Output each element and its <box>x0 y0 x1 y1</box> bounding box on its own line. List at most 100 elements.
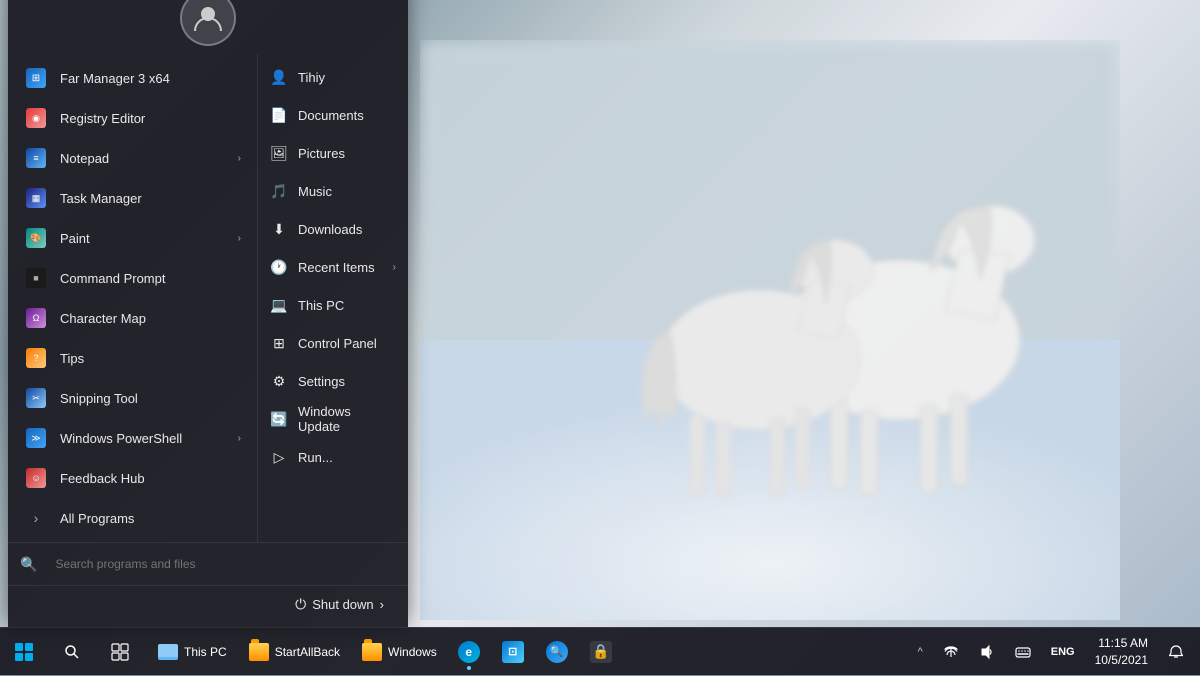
taskbar-security[interactable]: 🔒 <box>579 630 623 674</box>
menu-item-powershell[interactable]: ≫ Windows PowerShell › <box>8 418 257 458</box>
run-label: Run... <box>298 450 333 465</box>
start-button[interactable] <box>0 628 48 676</box>
right-item-run[interactable]: ▷ Run... <box>258 438 408 476</box>
start-bottom-bar: ⏻ Shut down › <box>8 585 408 627</box>
taskbar-search2[interactable]: 🔍 <box>535 630 579 674</box>
tray-keyboard[interactable] <box>1007 630 1039 674</box>
right-item-this-pc[interactable]: 💻 This PC <box>258 286 408 324</box>
menu-item-notepad[interactable]: ≡ Notepad › <box>8 138 257 178</box>
pictures-label: Pictures <box>298 146 345 161</box>
right-item-pictures[interactable]: 🖼 Pictures <box>258 134 408 172</box>
powershell-label: Windows PowerShell <box>60 431 182 446</box>
this-pc-icon: 💻 <box>270 296 288 314</box>
menu-item-all-programs[interactable]: › All Programs <box>8 498 257 538</box>
right-item-control-panel[interactable]: ⊞ Control Panel <box>258 324 408 362</box>
powershell-arrow: › <box>238 433 241 444</box>
security-icon: 🔒 <box>590 641 612 663</box>
music-label: Music <box>298 184 332 199</box>
task-manager-icon: ▦ <box>24 186 48 210</box>
menu-item-paint[interactable]: 🎨 Paint › <box>8 218 257 258</box>
task-view-icon <box>111 643 129 661</box>
documents-label: Documents <box>298 108 364 123</box>
startallback-taskbar-label: StartAllBack <box>275 645 340 659</box>
pictures-icon: 🖼 <box>270 144 288 162</box>
store-icon: ⊡ <box>502 641 524 663</box>
paint-icon: 🎨 <box>24 226 48 250</box>
taskbar-clock[interactable]: 11:15 AM 10/5/2021 <box>1087 635 1156 669</box>
taskbar-windows-folder[interactable]: Windows <box>352 630 447 674</box>
task-view-button[interactable] <box>96 628 144 676</box>
menu-item-snipping-tool[interactable]: ✂ Snipping Tool <box>8 378 257 418</box>
windows-update-label: Windows Update <box>298 404 396 434</box>
startallback-folder-icon <box>249 643 269 661</box>
notepad-label: Notepad <box>60 151 109 166</box>
clock-date: 10/5/2021 <box>1095 652 1148 669</box>
tray-overflow[interactable]: ^ <box>910 630 931 674</box>
shutdown-button[interactable]: ⏻ Shut down › <box>283 590 396 619</box>
taskbar-edge[interactable]: e <box>447 630 491 674</box>
all-programs-label: All Programs <box>60 511 134 526</box>
taskbar-store[interactable]: ⊡ <box>491 630 535 674</box>
taskbar-search-button[interactable] <box>48 628 96 676</box>
taskbar-system-tray: ^ ENG 11:1 <box>910 630 1200 674</box>
windows-folder-icon <box>362 643 382 661</box>
desktop-wallpaper <box>420 40 1120 620</box>
far-manager-icon: ⊞ <box>24 66 48 90</box>
clock-time: 11:15 AM <box>1098 635 1148 652</box>
taskbar-this-pc[interactable]: This PC <box>148 630 237 674</box>
menu-item-character-map[interactable]: Ω Character Map <box>8 298 257 338</box>
windows-folder-taskbar-label: Windows <box>388 645 437 659</box>
network-icon <box>943 644 959 660</box>
notepad-arrow: › <box>238 153 241 164</box>
right-item-settings[interactable]: ⚙ Settings <box>258 362 408 400</box>
paint-arrow: › <box>238 233 241 244</box>
recent-items-label: Recent Items <box>298 260 375 275</box>
right-item-music[interactable]: 🎵 Music <box>258 172 408 210</box>
language-label: ENG <box>1051 646 1075 658</box>
control-panel-label: Control Panel <box>298 336 377 351</box>
shutdown-label: Shut down <box>312 597 373 612</box>
snipping-tool-icon: ✂ <box>24 386 48 410</box>
menu-item-feedback-hub[interactable]: ☺ Feedback Hub <box>8 458 257 498</box>
paint-label: Paint <box>60 231 90 246</box>
tray-language[interactable]: ENG <box>1043 630 1083 674</box>
menu-item-far-manager[interactable]: ⊞ Far Manager 3 x64 <box>8 58 257 98</box>
tihiy-icon: 👤 <box>270 68 288 86</box>
search-icon <box>64 644 80 660</box>
taskbar-notification-button[interactable] <box>1160 630 1192 674</box>
far-manager-label: Far Manager 3 x64 <box>60 71 170 86</box>
powershell-icon: ≫ <box>24 426 48 450</box>
search-input[interactable] <box>45 551 396 577</box>
character-map-icon: Ω <box>24 306 48 330</box>
command-prompt-label: Command Prompt <box>60 271 165 286</box>
keyboard-icon <box>1015 644 1031 660</box>
tips-label: Tips <box>60 351 84 366</box>
right-item-downloads[interactable]: ⬇ Downloads <box>258 210 408 248</box>
user-avatar[interactable] <box>180 0 236 46</box>
right-item-documents[interactable]: 📄 Documents <box>258 96 408 134</box>
search2-icon: 🔍 <box>546 641 568 663</box>
tray-volume[interactable] <box>971 630 1003 674</box>
menu-item-task-manager[interactable]: ▦ Task Manager <box>8 178 257 218</box>
task-manager-label: Task Manager <box>60 191 142 206</box>
right-item-tihiy[interactable]: 👤 Tihiy <box>258 58 408 96</box>
volume-icon <box>979 644 995 660</box>
snipping-tool-label: Snipping Tool <box>60 391 138 406</box>
windows-logo-icon <box>15 643 33 661</box>
menu-item-command-prompt[interactable]: ■ Command Prompt <box>8 258 257 298</box>
this-pc-taskbar-label: This PC <box>184 645 227 659</box>
this-pc-label: This PC <box>298 298 344 313</box>
edge-indicator <box>467 666 471 670</box>
menu-item-registry-editor[interactable]: ◉ Registry Editor <box>8 98 257 138</box>
downloads-icon: ⬇ <box>270 220 288 238</box>
taskbar-startallback[interactable]: StartAllBack <box>239 630 350 674</box>
right-item-windows-update[interactable]: 🔄 Windows Update <box>258 400 408 438</box>
menu-item-tips[interactable]: ? Tips <box>8 338 257 378</box>
edge-icon: e <box>458 641 480 663</box>
command-prompt-icon: ■ <box>24 266 48 290</box>
tihiy-label: Tihiy <box>298 70 325 85</box>
tray-network-icon[interactable] <box>935 630 967 674</box>
right-item-recent-items[interactable]: 🕐 Recent Items › <box>258 248 408 286</box>
recent-items-arrow: › <box>393 262 396 273</box>
taskbar: This PC StartAllBack Windows e ⊡ 🔍 🔒 <box>0 627 1200 675</box>
